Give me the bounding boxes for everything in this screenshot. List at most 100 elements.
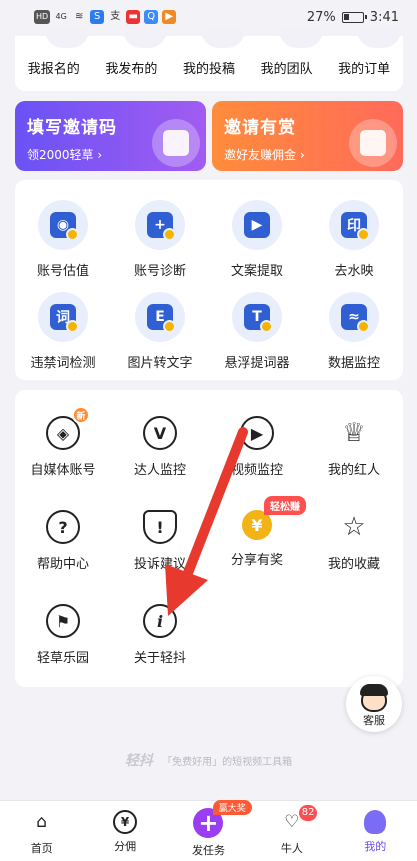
crown-icon: ♕ (337, 416, 371, 450)
bottom-nav: ⌂ 首页 ¥ 分佣 赢大奖 + 发任务 82 ♡ 牛人 我的 (0, 800, 417, 861)
service-media-accounts[interactable]: ◈ 新 自媒体账号 (15, 406, 111, 478)
gift-envelope-icon (349, 119, 397, 167)
image-text-icon: E (135, 292, 185, 342)
nav-label: 牛人 (280, 842, 303, 855)
clock: 3:41 (369, 9, 399, 25)
footer-brand: 轻抖 (124, 753, 153, 769)
agent-avatar-icon (360, 684, 388, 712)
service-paradise[interactable]: ⚑ 轻草乐园 (15, 604, 111, 666)
play-app-icon: ▶ (162, 10, 177, 24)
nav-label: 发任务 (191, 844, 225, 857)
tool-remove-watermark[interactable]: 印 去水映 (306, 200, 402, 279)
service-complaints[interactable]: ! 投诉建议 (112, 510, 208, 572)
service-help-center[interactable]: ? 帮助中心 (15, 510, 111, 572)
notification-count: 82 (299, 805, 318, 821)
tool-label: 账号估值 (36, 264, 89, 279)
nav-mine[interactable]: 我的 (334, 801, 417, 861)
tab-icon-decor (123, 30, 167, 48)
nav-commission[interactable]: ¥ 分佣 (83, 801, 166, 861)
nav-post-task[interactable]: 赢大奖 + 发任务 (167, 800, 252, 861)
tool-label: 账号诊断 (133, 264, 186, 279)
tab-my-submissions[interactable]: 我的投稿 (183, 58, 235, 77)
service-video-monitor[interactable]: ▶ 视频监控 (209, 416, 305, 478)
tab-my-orders[interactable]: 我的订单 (338, 58, 390, 77)
service-label: 投诉建议 (133, 557, 186, 572)
tab-icon-decor (201, 30, 245, 48)
service-share-reward[interactable]: ¥ 轻松赚 分享有奖 (209, 496, 306, 568)
service-label: 自媒体账号 (30, 463, 96, 478)
tool-label: 数据监控 (327, 356, 380, 371)
tool-account-diagnosis[interactable]: + 账号诊断 (112, 200, 208, 279)
tool-banned-words[interactable]: 词 违禁词检测 (15, 292, 111, 371)
service-label: 我的红人 (327, 463, 380, 478)
shield-plus-icon: + (135, 200, 185, 250)
invite-reward-banner[interactable]: 邀请有赏 邀好友赚佣金 › (212, 101, 403, 171)
alipay-icon: 支 (110, 11, 121, 22)
tool-label: 图片转文字 (127, 356, 193, 371)
nav-experts[interactable]: 82 ♡ 牛人 (250, 801, 333, 861)
tools-card: ◉ 账号估值 + 账号诊断 ▶ 文案提取 印 去水映 词 违禁词检测 E 图片转… (15, 180, 403, 380)
tab-my-posts[interactable]: 我发布的 (105, 58, 157, 77)
nav-label: 我的 (364, 840, 387, 853)
battery-percent: 27% (306, 9, 336, 25)
customer-service-label: 客服 (361, 712, 387, 728)
tab-icon-decor (279, 30, 323, 48)
tool-label: 违禁词检测 (30, 356, 96, 371)
play-icon: ▶ (240, 416, 274, 450)
stamp-icon: 印 (329, 200, 379, 250)
service-influencer-monitor[interactable]: V 达人监控 (112, 416, 208, 478)
star-icon: ☆ (337, 510, 371, 544)
wifi-icon: ≋ (74, 11, 84, 22)
question-icon: ? (46, 510, 80, 544)
service-label: 轻草乐园 (36, 651, 89, 666)
yen-coin-icon: ¥ 轻松赚 (242, 496, 306, 540)
tool-data-monitor[interactable]: ≈ 数据监控 (306, 292, 402, 371)
service-label: 达人监控 (133, 463, 186, 478)
yen-icon: ¥ (113, 810, 138, 834)
service-my-influencers[interactable]: ♕ 我的红人 (306, 416, 402, 478)
footer-slogan: 「免费好用」的短视频工具箱 (162, 757, 293, 768)
mine-icon (364, 810, 387, 834)
status-right: 27% 3:41 (307, 10, 399, 25)
customer-service-button[interactable]: 客服 (346, 676, 402, 732)
status-icons: HD 4G ≋ S 支 ▬ Q ▶ (34, 10, 177, 24)
person-icon: ◉ (38, 200, 88, 250)
app-icon: ▬ (126, 10, 141, 24)
service-my-favorites[interactable]: ☆ 我的收藏 (306, 510, 402, 572)
services-card: ◈ 新 自媒体账号 V 达人监控 ▶ 视频监控 ♕ 我的红人 ? 帮助中心 ! 投… (15, 390, 403, 687)
tool-label: 文案提取 (230, 264, 283, 279)
flag-icon: ⚑ (46, 604, 80, 638)
info-icon: i (143, 604, 177, 638)
tab-icon-decor (357, 30, 401, 48)
tool-teleprompter[interactable]: T 悬浮提词器 (209, 292, 305, 371)
tool-label: 悬浮提词器 (224, 356, 290, 371)
text-check-icon: 词 (38, 292, 88, 342)
tab-icon-decor (45, 30, 89, 48)
teleprompter-icon: T (232, 292, 282, 342)
invite-code-banner[interactable]: 填写邀请码 领2000轻草 › (15, 101, 206, 171)
service-about[interactable]: i 关于轻抖 (112, 604, 208, 666)
app-s-icon: S (90, 10, 105, 24)
service-label: 我的收藏 (327, 557, 380, 572)
monitor-chart-icon: ≈ (329, 292, 379, 342)
tab-my-team[interactable]: 我的团队 (261, 58, 313, 77)
clipboard-icon (152, 119, 200, 167)
tag-icon: ◈ 新 (46, 406, 90, 450)
nav-home[interactable]: ⌂ 首页 (0, 801, 83, 861)
service-label: 关于轻抖 (133, 651, 186, 666)
tool-image-to-text[interactable]: E 图片转文字 (112, 292, 208, 371)
battery-icon (341, 11, 367, 23)
tool-account-valuation[interactable]: ◉ 账号估值 (15, 200, 111, 279)
service-label: 帮助中心 (36, 557, 89, 572)
tool-label: 去水映 (334, 264, 374, 279)
signal-icon: 4G (55, 12, 67, 21)
service-label: 视频监控 (230, 463, 283, 478)
tool-copy-extract[interactable]: ▶ 文案提取 (209, 200, 305, 279)
tab-my-signups[interactable]: 我报名的 (28, 58, 80, 77)
easy-earn-tag: 轻松赚 (264, 496, 306, 515)
video-clip-icon: ▶ (232, 200, 282, 250)
home-icon: ⌂ (36, 812, 48, 832)
new-badge: 新 (72, 406, 90, 424)
shield-exclamation-icon: ! (143, 510, 177, 544)
nav-label: 分佣 (114, 840, 137, 853)
